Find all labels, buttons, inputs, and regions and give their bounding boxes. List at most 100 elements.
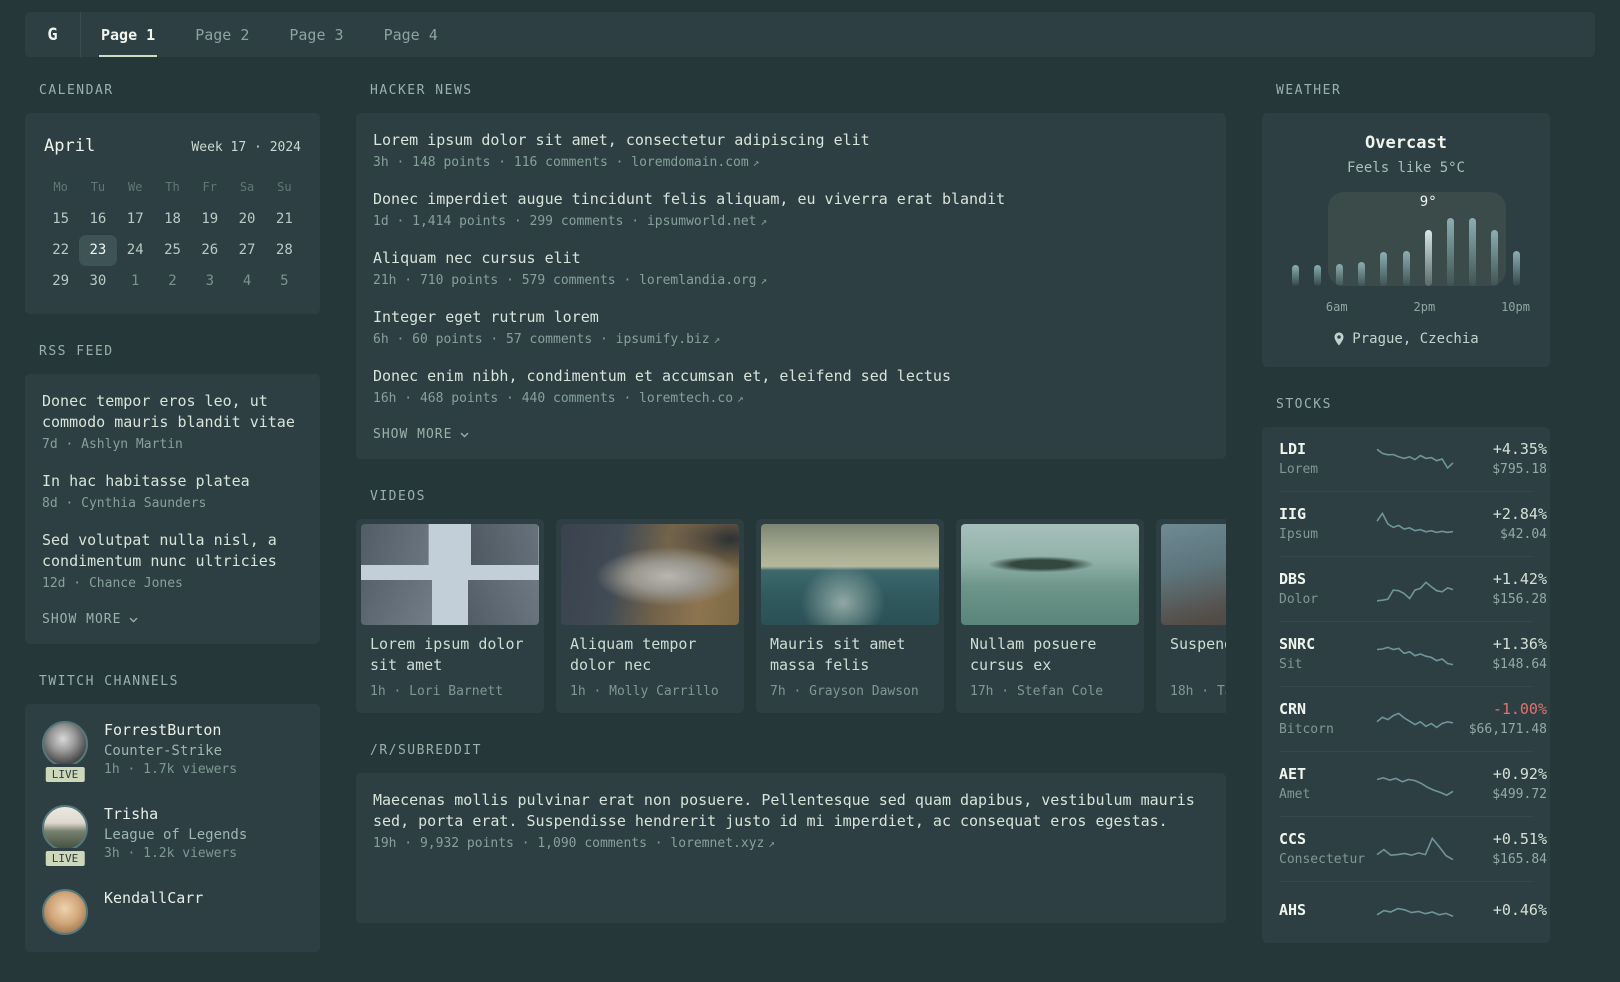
stock-row[interactable]: AET Amet +0.92% $499.72	[1279, 752, 1547, 817]
video-card[interactable]: Lorem ipsum dolor sit amet consectetu… 1h…	[356, 519, 544, 713]
source-link[interactable]: ipsumify.biz	[616, 332, 710, 347]
source-link[interactable]: ipsumworld.net	[647, 214, 757, 229]
calendar-week-label: Week 17 · 2024	[191, 140, 301, 155]
calendar-day[interactable]: 15	[42, 204, 79, 235]
subreddit-post-meta: 19h · 9,932 points · 1,090 comments · lo…	[373, 836, 1209, 851]
tab-page-2[interactable]: Page 2	[175, 12, 269, 57]
hackernews-item-title[interactable]: Donec enim nibh, condimentum et accumsan…	[373, 366, 1209, 387]
video-card[interactable]: Mauris sit amet massa felis 7h · Grayson …	[756, 519, 944, 713]
stock-sparkline	[1376, 511, 1454, 533]
weather-bar	[1358, 262, 1366, 286]
hackernews-item-title[interactable]: Aliquam nec cursus elit	[373, 248, 1209, 269]
stock-symbol: DBS	[1279, 570, 1307, 588]
stock-price: $165.84	[1492, 852, 1547, 867]
rss-show-more-button[interactable]: SHOW MORE	[42, 610, 139, 627]
hackernews-show-more-button[interactable]: SHOW MORE	[373, 425, 470, 442]
stock-sparkline-wrap	[1375, 702, 1455, 736]
stock-row[interactable]: CCS Consectetur +0.51% $165.84	[1279, 817, 1547, 882]
stock-sparkline-wrap	[1375, 507, 1455, 541]
calendar-day[interactable]: 18	[154, 204, 191, 235]
calendar-day[interactable]: 1	[117, 266, 154, 297]
channel-name[interactable]: Trisha	[104, 805, 247, 823]
stock-row[interactable]: AHS +0.46%	[1279, 882, 1547, 943]
weather-time-labels: 6am 2pm 10pm	[1282, 300, 1530, 314]
rss-item-title[interactable]: Donec tempor eros leo, ut commodo mauris…	[42, 391, 303, 433]
tab-page-1[interactable]: Page 1	[81, 12, 175, 57]
channel-avatar: LIVE	[42, 805, 88, 869]
subreddit-post-title[interactable]: Maecenas mollis pulvinar erat non posuer…	[373, 790, 1209, 832]
hackernews-item-meta: 21h · 710 points · 579 comments · loreml…	[373, 273, 1209, 288]
external-link-icon: ↗	[768, 837, 775, 850]
stock-symbol: IIG	[1279, 505, 1307, 523]
video-title: Lorem ipsum dolor sit amet consectetu…	[370, 635, 524, 674]
calendar-day[interactable]: 2	[154, 266, 191, 297]
videos-section: VIDEOS Lorem ipsum dolor sit amet consec…	[356, 489, 1226, 713]
twitch-channel[interactable]: LIVE ForrestBurton Counter-Strike 1h · 1.7k…	[42, 721, 303, 785]
stock-row[interactable]: IIG Ipsum +2.84% $42.04	[1279, 492, 1547, 557]
calendar-day[interactable]: 4	[228, 266, 265, 297]
video-card[interactable]: Nullam posuere cursus ex 17h · Stefan Col…	[956, 519, 1144, 713]
stock-sparkline-wrap	[1375, 637, 1455, 671]
channel-name[interactable]: KendallCarr	[104, 889, 203, 907]
channel-game: League of Legends	[104, 827, 248, 843]
calendar-day[interactable]: 19	[191, 204, 228, 235]
source-link[interactable]: loremtech.co	[639, 391, 733, 406]
calendar-day[interactable]: 17	[117, 204, 154, 235]
rss-item-meta: 7d · Ashlyn Martin	[42, 437, 183, 452]
weather-bar-slot	[1373, 216, 1395, 286]
channel-name[interactable]: ForrestBurton	[104, 721, 237, 739]
time-label: 6am	[1325, 300, 1348, 314]
time-label	[1457, 300, 1479, 314]
stock-price: $795.18	[1492, 462, 1547, 477]
tab-page-3[interactable]: Page 3	[269, 12, 363, 57]
stock-row[interactable]: CRN Bitcorn -1.00% $66,171.48	[1279, 687, 1547, 752]
stock-sparkline	[1376, 711, 1454, 728]
show-more-label: SHOW MORE	[373, 427, 453, 442]
video-card[interactable]: Aliquam tempor dolor nec pharetra… 1h · M…	[556, 519, 744, 713]
calendar-day[interactable]: 30	[79, 266, 116, 297]
video-card[interactable]: Suspendisse diam 18h · Tara	[1156, 519, 1226, 713]
weather-bar	[1291, 265, 1299, 286]
stock-row[interactable]: SNRC Sit +1.36% $148.64	[1279, 622, 1547, 687]
twitch-channel[interactable]: KendallCarr	[42, 889, 303, 935]
app-logo: G	[25, 12, 81, 57]
source-link[interactable]: loremlandia.org	[639, 273, 756, 288]
hackernews-item-meta: 1d · 1,414 points · 299 comments · ipsum…	[373, 214, 1209, 229]
calendar-day[interactable]: 20	[228, 204, 265, 235]
hackernews-item-title[interactable]: Donec imperdiet augue tincidunt felis al…	[373, 189, 1209, 210]
calendar-day[interactable]: 23	[79, 235, 117, 266]
weather-bar	[1491, 230, 1499, 286]
stock-name: Bitcorn	[1279, 722, 1334, 737]
calendar-day[interactable]: 29	[42, 266, 79, 297]
source-link[interactable]: loremdomain.com	[631, 155, 748, 170]
meta-text: 16h · 468 points · 440 comments ·	[373, 391, 640, 406]
channel-info: KendallCarr	[104, 889, 203, 935]
calendar-day[interactable]: 26	[191, 235, 228, 266]
stock-info: AET Amet	[1279, 765, 1375, 802]
calendar-day[interactable]: 27	[228, 235, 265, 266]
rss-item-title[interactable]: Sed volutpat nulla nisl, a condimentum n…	[42, 530, 303, 572]
calendar-day[interactable]: 5	[266, 266, 303, 297]
calendar-day[interactable]: 28	[266, 235, 303, 266]
twitch-channel[interactable]: LIVE Trisha League of Legends 3h · 1.2k vie…	[42, 805, 303, 869]
calendar-day[interactable]: 16	[79, 204, 116, 235]
calendar-day[interactable]: 22	[42, 235, 79, 266]
meta-text: 1d · 1,414 points · 299 comments ·	[373, 214, 647, 229]
rss-item-title[interactable]: In hac habitasse platea	[42, 471, 303, 492]
calendar-day[interactable]: 3	[191, 266, 228, 297]
weather-bar	[1446, 218, 1454, 286]
tab-page-4[interactable]: Page 4	[364, 12, 458, 57]
hackernews-item-title[interactable]: Lorem ipsum dolor sit amet, consectetur …	[373, 130, 1209, 151]
source-link[interactable]: loremnet.xyz	[670, 836, 764, 851]
hackernews-item: Lorem ipsum dolor sit amet, consectetur …	[373, 130, 1209, 170]
hackernews-item-title[interactable]: Integer eget rutrum lorem	[373, 307, 1209, 328]
temperature-label: 9°	[1419, 194, 1437, 210]
stock-row[interactable]: DBS Dolor +1.42% $156.28	[1279, 557, 1547, 622]
weather-bar-slot	[1306, 216, 1328, 286]
calendar-day[interactable]: 21	[266, 204, 303, 235]
stock-symbol: LDI	[1279, 440, 1307, 458]
calendar-day[interactable]: 25	[154, 235, 191, 266]
stock-row[interactable]: LDI Lorem +4.35% $795.18	[1279, 427, 1547, 492]
calendar-day[interactable]: 24	[117, 235, 154, 266]
stock-name: Amet	[1279, 787, 1311, 802]
